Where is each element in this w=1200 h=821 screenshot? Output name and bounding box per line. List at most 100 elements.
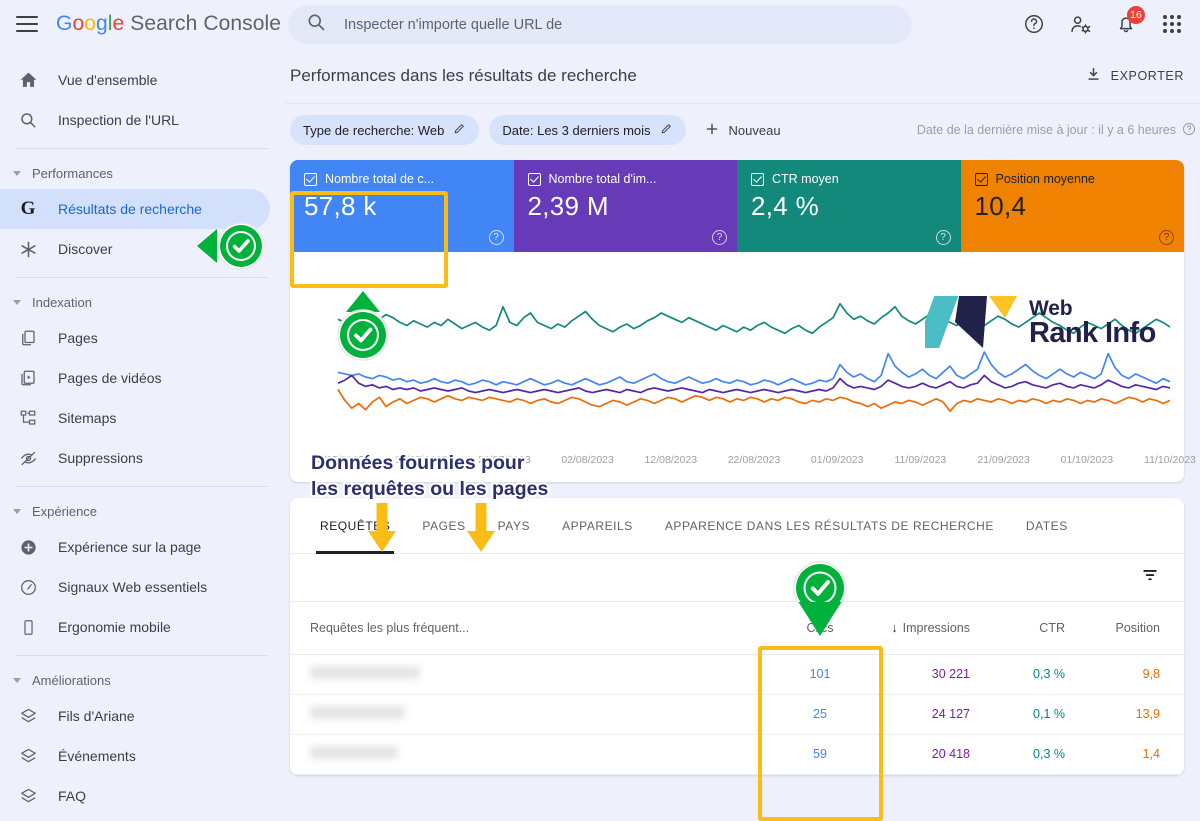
filter-chip-search-type[interactable]: Type de recherche: Web [290, 115, 480, 145]
chart-line-1 [337, 351, 1171, 386]
search-icon [306, 12, 326, 37]
sidebar-item-faq[interactable]: FAQ [0, 776, 270, 816]
metric-card-clicks[interactable]: Nombre total de c... 57,8 k ? [290, 160, 514, 252]
column-header-impressions-label: Impressions [902, 620, 970, 635]
pencil-icon[interactable] [453, 122, 466, 138]
video-pages-icon [16, 369, 40, 387]
divider [16, 655, 268, 656]
metric-value: 10,4 [974, 191, 1027, 221]
metric-checkbox[interactable] [751, 172, 764, 186]
account-settings-icon[interactable] [1060, 4, 1100, 44]
table-row[interactable]: 101 30 221 0,3 % 9,8 [290, 654, 1190, 694]
dimension-tabs: REQUÊTES PAGES PAYS APPAREILS APPARENCE DANS… [290, 498, 1184, 554]
divider [16, 148, 268, 149]
filter-chip-date[interactable]: Date: Les 3 derniers mois [489, 115, 686, 145]
column-header-ctr[interactable]: CTR [1000, 602, 1095, 655]
metric-card-ctr[interactable]: CTR moyen 2,4 % ? [737, 160, 961, 252]
sidebar-item-breadcrumbs[interactable]: Fils d'Ariane [0, 696, 270, 736]
chip-label: Type de recherche: Web [303, 122, 445, 138]
tab-3[interactable]: APPAREILS [546, 498, 649, 554]
x-tick-label: 01/10/2023 [1060, 454, 1114, 466]
export-button[interactable]: EXPORTER [1085, 66, 1184, 86]
help-icon[interactable] [1182, 122, 1196, 139]
tab-0[interactable]: REQUÊTES [304, 498, 406, 554]
help-icon[interactable]: ? [712, 230, 727, 245]
cell-clicks: 101 [809, 667, 831, 681]
sidebar-item-sitemaps[interactable]: Sitemaps [0, 398, 270, 438]
tab-label: PAGES [422, 518, 466, 533]
filter-chip-row: Type de recherche: Web Date: Les 3 derni… [284, 104, 1200, 156]
column-header-query[interactable]: Requêtes les plus fréquent... [290, 602, 760, 655]
tab-1[interactable]: PAGES [406, 498, 481, 554]
sidebar-nav: Vue d'ensemble Inspection de l'URL Perfo… [0, 48, 284, 821]
help-icon[interactable]: ? [1159, 230, 1174, 245]
sidebar-item-label: Inspection de l'URL [58, 112, 179, 128]
apps-grid-icon[interactable] [1152, 4, 1192, 44]
metric-label: Position moyenne [995, 172, 1095, 186]
tab-2[interactable]: PAYS [482, 498, 546, 554]
sidebar-item-removals[interactable]: Suppressions [0, 438, 270, 478]
tab-4[interactable]: APPARENCE DANS LES RÉSULTATS DE RECHERCH… [649, 498, 1010, 554]
sidebar-item-label: Pages de vidéos [58, 370, 162, 386]
chevron-down-icon [13, 299, 21, 305]
pencil-icon[interactable] [660, 122, 673, 138]
sidebar-item-review-snippets[interactable]: Extraits d'avis [0, 816, 270, 821]
metric-value: 2,39 M [527, 191, 609, 221]
sidebar-item-mobile-usability[interactable]: Ergonomie mobile [0, 607, 270, 647]
cell-position: 9,8 [1142, 667, 1160, 681]
help-icon[interactable] [1014, 4, 1054, 44]
sidebar-item-label: Ergonomie mobile [58, 619, 171, 635]
column-header-clicks[interactable]: Clics [760, 602, 880, 655]
layers-icon [16, 787, 40, 806]
search-input[interactable]: Inspecter n'importe quelle URL de [288, 5, 912, 44]
tab-5[interactable]: DATES [1010, 498, 1084, 554]
sidebar-item-overview[interactable]: Vue d'ensemble [0, 60, 270, 100]
sidebar-item-events[interactable]: Événements [0, 736, 270, 776]
chevron-down-icon [13, 508, 21, 514]
sidebar-item-label: Sitemaps [58, 410, 117, 426]
metric-card-impressions[interactable]: Nombre total d'im... 2,39 M ? [513, 160, 737, 252]
cell-clicks: 25 [813, 707, 827, 721]
sidebar-item-page-experience[interactable]: Expérience sur la page [0, 527, 270, 567]
metric-checkbox[interactable] [304, 172, 317, 186]
cell-query [290, 734, 760, 774]
x-tick-label: 21/09/2023 [977, 454, 1030, 466]
sidebar-group-performances[interactable]: Performances [0, 157, 284, 189]
eye-off-icon [16, 449, 40, 468]
bell-icon[interactable]: 16 [1106, 4, 1146, 44]
cell-ctr: 0,1 % [1033, 707, 1065, 721]
help-icon[interactable]: ? [935, 230, 951, 245]
table-row[interactable]: 25 24 127 0,1 % 13,9 [290, 694, 1190, 734]
filter-icon[interactable] [1140, 565, 1160, 590]
hamburger-icon[interactable] [16, 16, 38, 32]
arrow-down-icon: ↓ [891, 620, 898, 635]
sidebar-item-video-pages[interactable]: Pages de vidéos [0, 358, 270, 398]
metric-card-position[interactable]: Position moyenne 10,4 ? [960, 160, 1184, 252]
metric-label-row: Nombre total de c... [304, 172, 500, 186]
sidebar-group-indexation[interactable]: Indexation [0, 286, 284, 318]
performance-table: Requêtes les plus fréquent... Clics ↓ Imp… [290, 602, 1190, 775]
cell-query [290, 694, 760, 734]
export-label: EXPORTER [1110, 68, 1184, 83]
sidebar-group-experience[interactable]: Expérience [0, 495, 284, 527]
table-head: Requêtes les plus fréquent... Clics ↓ Imp… [290, 602, 1190, 655]
sidebar-item-pages[interactable]: Pages [0, 318, 270, 358]
add-filter-button[interactable]: Nouveau [696, 121, 789, 140]
sidebar-item-discover[interactable]: Discover [0, 229, 270, 269]
performance-chart[interactable]: 03/07/2023 13/07/2023 23/07/2023 02/08/2023… [290, 252, 1196, 482]
cell-ctr: 0,3 % [1033, 747, 1065, 761]
top-app-bar: Google Search Console Inspecter n'import… [0, 0, 1200, 48]
sidebar-group-label: Améliorations [32, 672, 111, 688]
sidebar-group-improvements[interactable]: Améliorations [0, 664, 284, 696]
sidebar-item-url-inspection[interactable]: Inspection de l'URL [0, 100, 270, 140]
help-icon[interactable]: ? [488, 230, 504, 245]
table-row[interactable]: 59 20 418 0,3 % 1,4 [290, 734, 1190, 774]
sidebar-item-search-results[interactable]: G Résultats de recherche [0, 189, 270, 229]
column-header-position[interactable]: Position [1095, 602, 1190, 655]
column-header-impressions[interactable]: ↓ Impressions [880, 602, 1000, 655]
metric-checkbox[interactable] [527, 172, 541, 186]
divider [16, 277, 268, 278]
page-header: Performances dans les résultats de reche… [284, 48, 1200, 104]
metric-checkbox[interactable] [974, 172, 988, 186]
sidebar-item-core-web-vitals[interactable]: Signaux Web essentiels [0, 567, 270, 607]
